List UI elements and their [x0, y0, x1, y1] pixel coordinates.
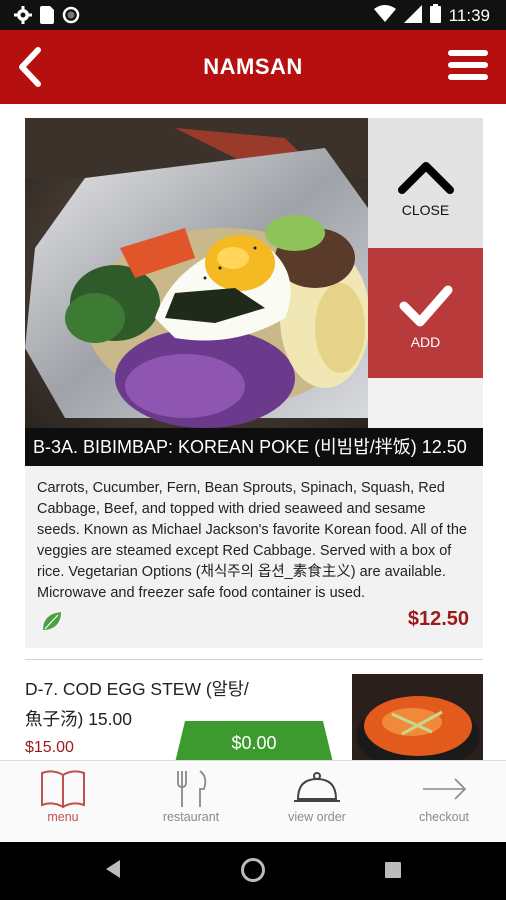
add-button[interactable]: ADD	[368, 248, 483, 378]
nav-checkout-label: checkout	[418, 810, 470, 824]
bibimbap-photo	[25, 118, 368, 428]
square-recents-icon	[385, 862, 401, 878]
hamburger-line	[448, 62, 488, 68]
hamburger-menu-button[interactable]	[448, 50, 488, 84]
checkmark-icon	[399, 285, 453, 327]
menu-list[interactable]: CLOSE ADD B-3A. BIBIMBAP: KOREAN POKE (비…	[0, 104, 506, 760]
system-navigation-bar	[0, 842, 506, 900]
sim-card-icon	[40, 6, 54, 29]
status-bar: 11:39	[0, 0, 506, 30]
leaf-icon	[41, 610, 63, 637]
cloche-icon	[294, 772, 340, 802]
nav-menu-label: menu	[47, 810, 79, 824]
wifi-icon	[373, 4, 396, 28]
second-item-price: $15.00	[25, 739, 74, 756]
item-title: B-3A. BIBIMBAP: KOREAN POKE (비빔밥/拌饭) 12.…	[25, 428, 483, 466]
cart-total-button[interactable]: $0.00	[173, 721, 335, 760]
open-book-icon	[41, 770, 85, 809]
status-time: 11:39	[448, 6, 490, 25]
nav-view-order[interactable]: view order	[267, 769, 367, 841]
nav-restaurant[interactable]: restaurant	[141, 769, 241, 841]
close-button[interactable]: CLOSE	[368, 118, 483, 248]
hamburger-menu-icon	[448, 50, 488, 56]
circle-icon	[62, 6, 80, 29]
add-label: ADD	[410, 334, 441, 350]
system-home-button[interactable]	[240, 857, 266, 888]
nav-restaurant-label: restaurant	[162, 810, 220, 824]
gear-icon	[14, 6, 32, 29]
battery-icon	[429, 4, 441, 28]
chevron-up-icon	[398, 162, 454, 194]
app-bar: NAMSAN	[0, 30, 506, 104]
featured-item-card[interactable]: CLOSE ADD B-3A. BIBIMBAP: KOREAN POKE (비…	[25, 118, 483, 648]
item-description: Carrots, Cucumber, Fern, Bean Sprouts, S…	[37, 480, 467, 601]
nav-menu[interactable]: menu	[13, 769, 113, 841]
cod-egg-stew-photo[interactable]	[352, 674, 483, 760]
system-back-button[interactable]	[104, 858, 122, 885]
signal-icon	[403, 4, 422, 28]
bottom-nav: menu restaurant view order checkout	[0, 760, 506, 843]
cart-total: $0.00	[231, 733, 277, 753]
item-price: $12.50	[407, 608, 469, 630]
nav-view-order-label: view order	[288, 810, 346, 824]
triangle-back-icon	[106, 860, 120, 878]
fork-knife-icon	[177, 770, 207, 807]
page-title: NAMSAN	[203, 54, 303, 79]
hamburger-line	[448, 74, 488, 80]
system-recents-button[interactable]	[384, 861, 402, 884]
nav-checkout[interactable]: checkout	[394, 769, 494, 841]
home-circle-icon	[241, 858, 265, 882]
arrow-right-icon	[423, 778, 467, 800]
close-label: CLOSE	[401, 202, 450, 218]
divider	[25, 659, 483, 660]
